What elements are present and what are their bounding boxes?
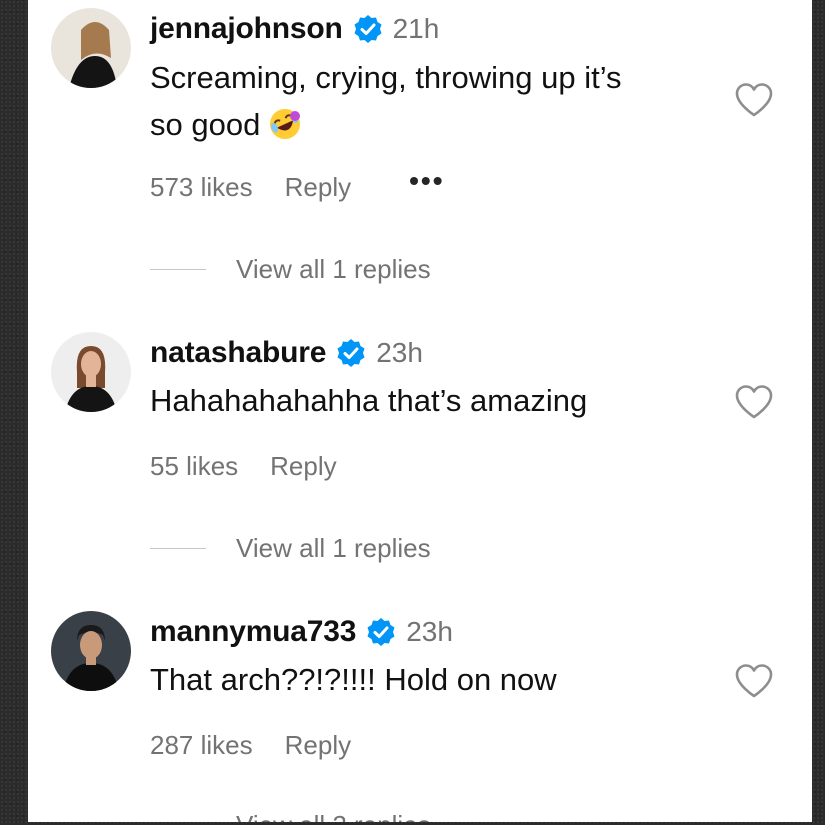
reply-button[interactable]: Reply [285, 172, 351, 203]
username[interactable]: mannymua733 [150, 615, 356, 649]
avatar[interactable] [51, 332, 131, 412]
comment-text-line-end: so good [150, 101, 710, 148]
avatar[interactable] [51, 8, 131, 88]
comment-header: jennajohnson 21h [150, 12, 439, 46]
comment-text: Screaming, crying, throwing up it’s so g… [150, 54, 710, 148]
verified-badge-icon [353, 14, 383, 44]
like-heart-icon[interactable] [734, 384, 774, 420]
view-replies-button[interactable]: View all 1 replies [150, 254, 431, 285]
verified-badge-icon [336, 338, 366, 368]
likes-count[interactable]: 55 likes [150, 451, 238, 482]
timestamp[interactable]: 21h [393, 13, 440, 45]
view-replies-label: View all 2 replies [236, 810, 431, 822]
view-replies-button[interactable]: View all 2 replies [236, 810, 431, 822]
comments-panel: jennajohnson 21h Screaming, crying, thro… [28, 0, 812, 822]
more-options-icon[interactable]: ••• [409, 165, 444, 197]
comment-text: Hahahahahahha that’s amazing [150, 383, 588, 418]
comment-actions: 287 likes Reply [150, 730, 351, 761]
username[interactable]: natashabure [150, 336, 326, 370]
likes-count[interactable]: 573 likes [150, 172, 253, 203]
comment-text: That arch??!?!!!! Hold on now [150, 662, 557, 697]
timestamp[interactable]: 23h [376, 337, 423, 369]
view-replies-label: View all 1 replies [236, 254, 431, 284]
comment-header: natashabure 23h [150, 336, 423, 370]
comment-actions: 55 likes Reply [150, 451, 337, 482]
comment-text-line: Screaming, crying, throwing up it’s [150, 60, 622, 95]
comment-header: mannymua733 23h [150, 615, 453, 649]
rolling-on-floor-laughing-emoji [268, 107, 302, 141]
like-heart-icon[interactable] [734, 663, 774, 699]
divider-line [150, 269, 206, 270]
username[interactable]: jennajohnson [150, 12, 343, 46]
view-replies-button[interactable]: View all 1 replies [150, 533, 431, 564]
likes-count[interactable]: 287 likes [150, 730, 253, 761]
verified-badge-icon [366, 617, 396, 647]
divider-line [150, 548, 206, 549]
reply-button[interactable]: Reply [270, 451, 336, 482]
reply-button[interactable]: Reply [285, 730, 351, 761]
avatar[interactable] [51, 611, 131, 691]
comment-actions: 573 likes Reply ••• [150, 165, 445, 203]
comment-text-line: so good [150, 107, 261, 142]
like-heart-icon[interactable] [734, 82, 774, 118]
timestamp[interactable]: 23h [406, 616, 453, 648]
view-replies-label: View all 1 replies [236, 533, 431, 563]
